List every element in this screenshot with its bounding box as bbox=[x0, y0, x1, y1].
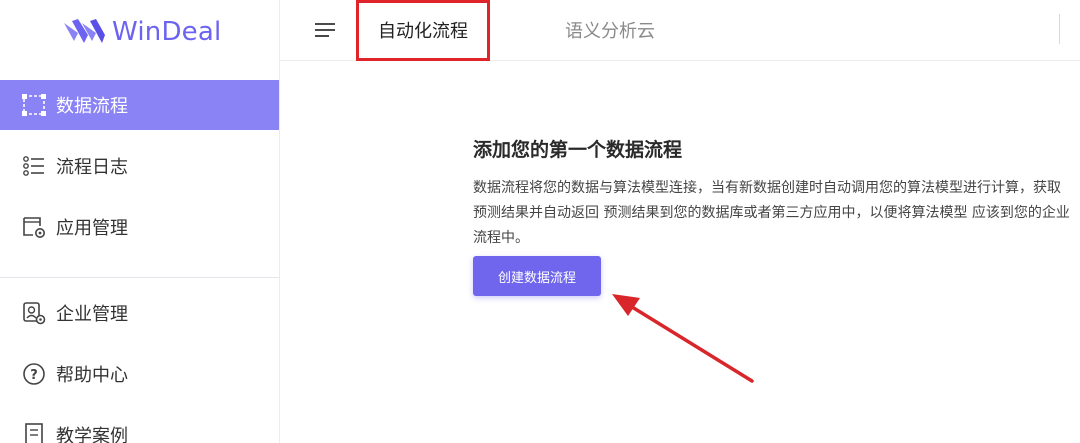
sidebar-item-help-center[interactable]: ? 帮助中心 bbox=[0, 349, 279, 399]
annotation-highlight-box bbox=[356, 0, 490, 61]
hamburger-icon bbox=[315, 23, 335, 37]
document-icon bbox=[20, 421, 48, 443]
tab-label: 语义分析云 bbox=[565, 21, 655, 42]
sidebar-item-label: 教学案例 bbox=[56, 426, 128, 443]
sidebar-item-tutorials[interactable]: 教学案例 bbox=[0, 410, 279, 443]
sidebar-divider bbox=[0, 277, 279, 278]
enterprise-settings-icon bbox=[20, 299, 48, 327]
menu-toggle-button[interactable] bbox=[313, 18, 337, 42]
sidebar-item-label: 应用管理 bbox=[56, 218, 128, 239]
list-log-icon bbox=[20, 152, 48, 180]
app-settings-icon bbox=[20, 213, 48, 241]
sidebar-item-enterprise-management[interactable]: 企业管理 bbox=[0, 288, 279, 338]
top-header: 自动化流程 语义分析云 bbox=[280, 0, 1080, 61]
tab-semantic-analysis-cloud[interactable]: 语义分析云 bbox=[565, 0, 655, 60]
data-flow-icon bbox=[20, 91, 48, 119]
annotation-arrow-icon bbox=[612, 294, 754, 383]
tab-automation-flow[interactable]: 自动化流程 bbox=[356, 0, 490, 61]
brand-logo[interactable]: WinDeal bbox=[62, 14, 221, 50]
sidebar-item-flow-log[interactable]: 流程日志 bbox=[0, 141, 279, 191]
sidebar-item-label: 数据流程 bbox=[56, 96, 128, 117]
sidebar-item-label: 帮助中心 bbox=[56, 365, 128, 386]
create-data-flow-button[interactable]: 创建数据流程 bbox=[473, 256, 601, 296]
sidebar: WinDeal 数据流程 流程日志 应用管理 企业管理 ? 帮助中心 教学案例 bbox=[0, 0, 280, 443]
page-title: 添加您的第一个数据流程 bbox=[473, 139, 683, 161]
sidebar-item-data-flow[interactable]: 数据流程 bbox=[0, 80, 279, 130]
windeal-logo-icon bbox=[64, 19, 105, 43]
empty-state-description: 数据流程将您的数据与算法模型连接，当有新数据创建时自动调用您的算法模型进行计算，… bbox=[473, 180, 1070, 246]
header-divider bbox=[1059, 14, 1060, 44]
sidebar-item-label: 流程日志 bbox=[56, 157, 128, 178]
help-icon: ? bbox=[20, 360, 48, 388]
svg-text:?: ? bbox=[30, 368, 38, 383]
brand-name: WinDeal bbox=[112, 17, 222, 47]
sidebar-item-label: 企业管理 bbox=[56, 304, 128, 325]
sidebar-item-app-management[interactable]: 应用管理 bbox=[0, 202, 279, 252]
